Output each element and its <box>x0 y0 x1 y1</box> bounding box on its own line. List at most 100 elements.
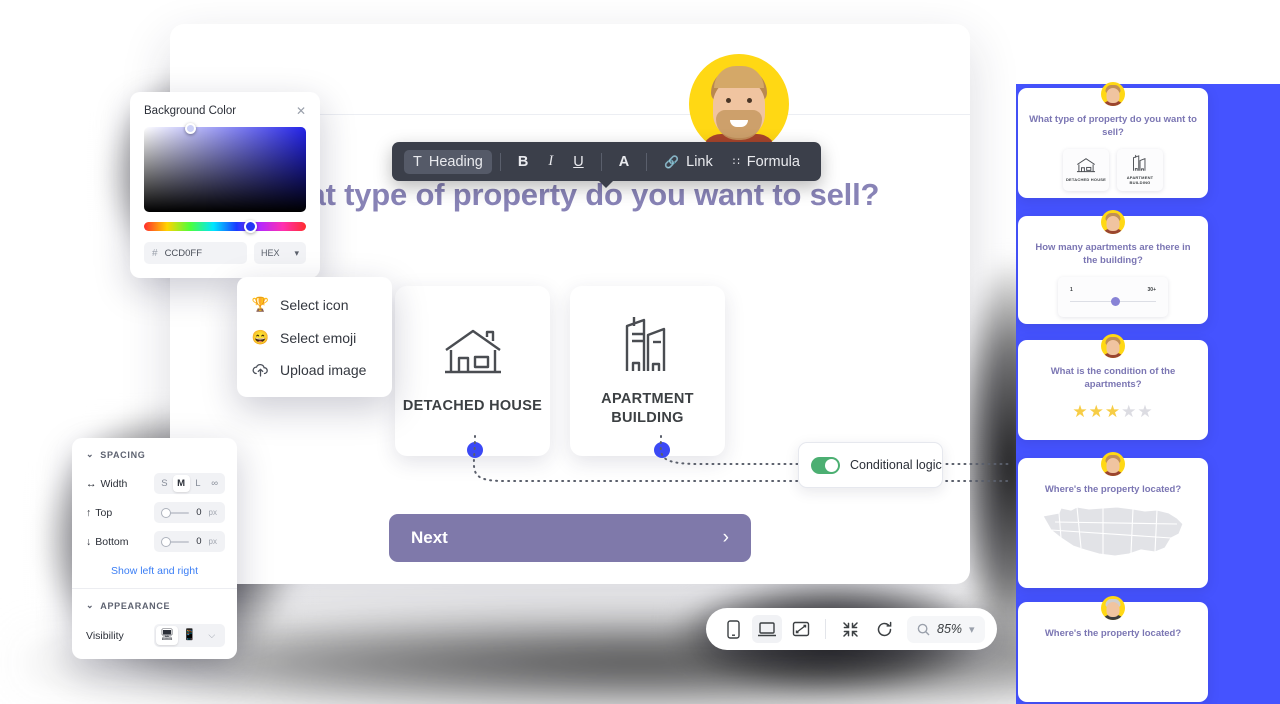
bottom-value: 0 <box>196 536 202 547</box>
chevron-right-icon: › <box>722 527 729 548</box>
width-option-m[interactable]: M <box>172 475 190 492</box>
bottom-row: ↓ Bottom 0 px <box>72 527 237 556</box>
next-button[interactable]: Next › <box>389 514 751 562</box>
avatar <box>1101 334 1125 358</box>
option-card-detached-house[interactable]: DETACHED HOUSE <box>395 286 550 456</box>
trophy-icon: 🏆 <box>251 296 270 312</box>
top-label-group: ↑ Top <box>86 507 146 519</box>
italic-icon: I <box>548 153 554 169</box>
divider <box>499 152 501 171</box>
hash-symbol: # <box>152 247 158 259</box>
visibility-row: Visibility 🖥 📱 ⌵ <box>72 620 237 659</box>
divider <box>825 619 826 639</box>
spacing-settings-panel[interactable]: ⌄ SPACING ↔ Width S M L ∞ ↑ Top 0 px ↓ B… <box>72 438 237 659</box>
mobile-icon[interactable]: 📱 <box>178 626 200 645</box>
visibility-label: Visibility <box>86 629 124 642</box>
hidden-eye-icon[interactable]: ⌵ <box>201 626 223 645</box>
format-underline-button[interactable]: U <box>564 150 592 174</box>
format-link-button[interactable]: 🔗 Link <box>655 150 722 174</box>
hex-value: CCD0FF <box>164 247 203 259</box>
option-label: DETACHED HOUSE <box>402 398 543 415</box>
width-option-full[interactable]: ∞ <box>206 475 223 492</box>
spacing-section-header[interactable]: ⌄ SPACING <box>72 438 237 469</box>
slider-max-label: 30+ <box>1147 286 1156 293</box>
format-bold-button[interactable]: B <box>509 150 537 174</box>
option-label: APARTMENT BUILDING <box>601 390 694 426</box>
text-format-toolbar[interactable]: T Heading B I U A 🔗 Link ∷ Formula <box>392 142 821 188</box>
desktop-preview-icon[interactable] <box>752 615 782 643</box>
format-heading-button[interactable]: T Heading <box>404 149 492 174</box>
width-option-s[interactable]: S <box>156 475 173 492</box>
zoom-control[interactable]: 85% ▾ <box>907 615 985 643</box>
bottom-label: Bottom <box>95 535 129 548</box>
conditional-logic-label: Conditional logic <box>850 458 942 472</box>
color-mode-select[interactable]: HEX ▾ <box>254 242 306 264</box>
sidebar-card-title: Where's the property located? <box>1044 484 1182 495</box>
menu-item-upload-image[interactable]: Upload image <box>237 354 392 386</box>
desktop-icon[interactable]: 🖥 <box>156 626 179 645</box>
menu-item-label: Select icon <box>280 296 349 313</box>
top-slider[interactable]: 0 px <box>154 502 225 523</box>
format-formula-button[interactable]: ∷ Formula <box>724 150 809 174</box>
option-card-apartment-building[interactable]: APARTMENT BUILDING <box>570 286 725 456</box>
saturation-handle[interactable] <box>185 123 196 134</box>
sidebar-card-3[interactable]: What is the condition of the apartments?… <box>1018 334 1208 440</box>
background-color-panel[interactable]: Background Color ✕ # CCD0FF HEX ▾ <box>130 92 320 278</box>
smiley-emoji-icon: 😄 <box>251 329 270 345</box>
fullscreen-icon[interactable] <box>786 615 816 643</box>
top-slider-thumb[interactable] <box>161 507 171 518</box>
visibility-segmented-control[interactable]: 🖥 📱 ⌵ <box>154 624 225 647</box>
page-list-rail: What type of property do you want to sel… <box>1016 0 1280 704</box>
refresh-icon[interactable] <box>869 615 899 643</box>
format-link-label: Link <box>686 153 713 170</box>
format-italic-button[interactable]: I <box>539 149 562 174</box>
menu-item-select-emoji[interactable]: 😄 Select emoji <box>237 321 392 354</box>
hex-input[interactable]: # CCD0FF <box>144 242 247 264</box>
hue-slider[interactable] <box>144 219 306 233</box>
sidebar-card-2[interactable]: How many apartments are there in the bui… <box>1018 210 1208 324</box>
bottom-slider-thumb[interactable] <box>161 536 171 547</box>
show-left-right-link[interactable]: Show left and right <box>72 556 237 588</box>
connector-dot-apartment[interactable] <box>654 442 670 458</box>
close-icon[interactable]: ✕ <box>296 104 306 118</box>
appearance-section-label: APPEARANCE <box>100 600 171 611</box>
avatar <box>1101 452 1125 476</box>
format-formula-label: Formula <box>746 153 800 170</box>
width-label-group: ↔ Width <box>86 478 146 490</box>
mobile-preview-icon[interactable] <box>718 615 748 643</box>
conditional-logic-card[interactable]: Conditional logic <box>798 442 943 488</box>
color-panel-title: Background Color <box>144 105 237 117</box>
house-icon <box>442 325 504 383</box>
saturation-field[interactable] <box>144 123 306 212</box>
format-textcolor-button[interactable]: A <box>610 150 638 174</box>
width-option-l[interactable]: L <box>190 475 207 492</box>
icon-context-menu[interactable]: 🏆 Select icon 😄 Select emoji Upload imag… <box>237 277 392 397</box>
sidebar-card-5[interactable]: Where's the property located? <box>1018 596 1208 702</box>
mini-option-label: APARTMENT BUILDING <box>1126 175 1154 186</box>
preview-toolbar[interactable]: 85% ▾ <box>706 608 997 650</box>
appearance-section-header[interactable]: ⌄ APPEARANCE <box>72 589 237 620</box>
width-row: ↔ Width S M L ∞ <box>72 469 237 498</box>
magnifier-icon <box>917 623 930 636</box>
next-button-label: Next <box>411 528 448 547</box>
menu-item-label: Upload image <box>280 362 367 378</box>
hue-handle[interactable] <box>244 219 257 233</box>
text-color-icon: A <box>618 153 630 170</box>
width-segmented-control[interactable]: S M L ∞ <box>154 473 225 494</box>
conditional-logic-toggle[interactable] <box>811 456 840 474</box>
arrow-down-icon: ↓ <box>86 535 92 548</box>
collapse-icon[interactable] <box>835 615 865 643</box>
connector-dot-detached[interactable] <box>467 442 483 458</box>
top-label: Top <box>95 506 113 519</box>
menu-item-select-icon[interactable]: 🏆 Select icon <box>237 288 392 321</box>
sidebar-card-1[interactable]: What type of property do you want to sel… <box>1018 82 1208 198</box>
bottom-label-group: ↓ Bottom <box>86 536 146 548</box>
sidebar-card-4[interactable]: Where's the property located? <box>1018 452 1208 588</box>
avatar <box>1101 82 1125 106</box>
chevron-down-icon: ⌄ <box>86 449 95 459</box>
divider <box>646 152 648 171</box>
bottom-slider[interactable]: 0 px <box>154 531 225 552</box>
mini-option-label: DETACHED HOUSE <box>1065 177 1107 183</box>
arrow-up-icon: ↑ <box>86 506 92 519</box>
rating-stars: ★★★★★ <box>1072 401 1154 421</box>
